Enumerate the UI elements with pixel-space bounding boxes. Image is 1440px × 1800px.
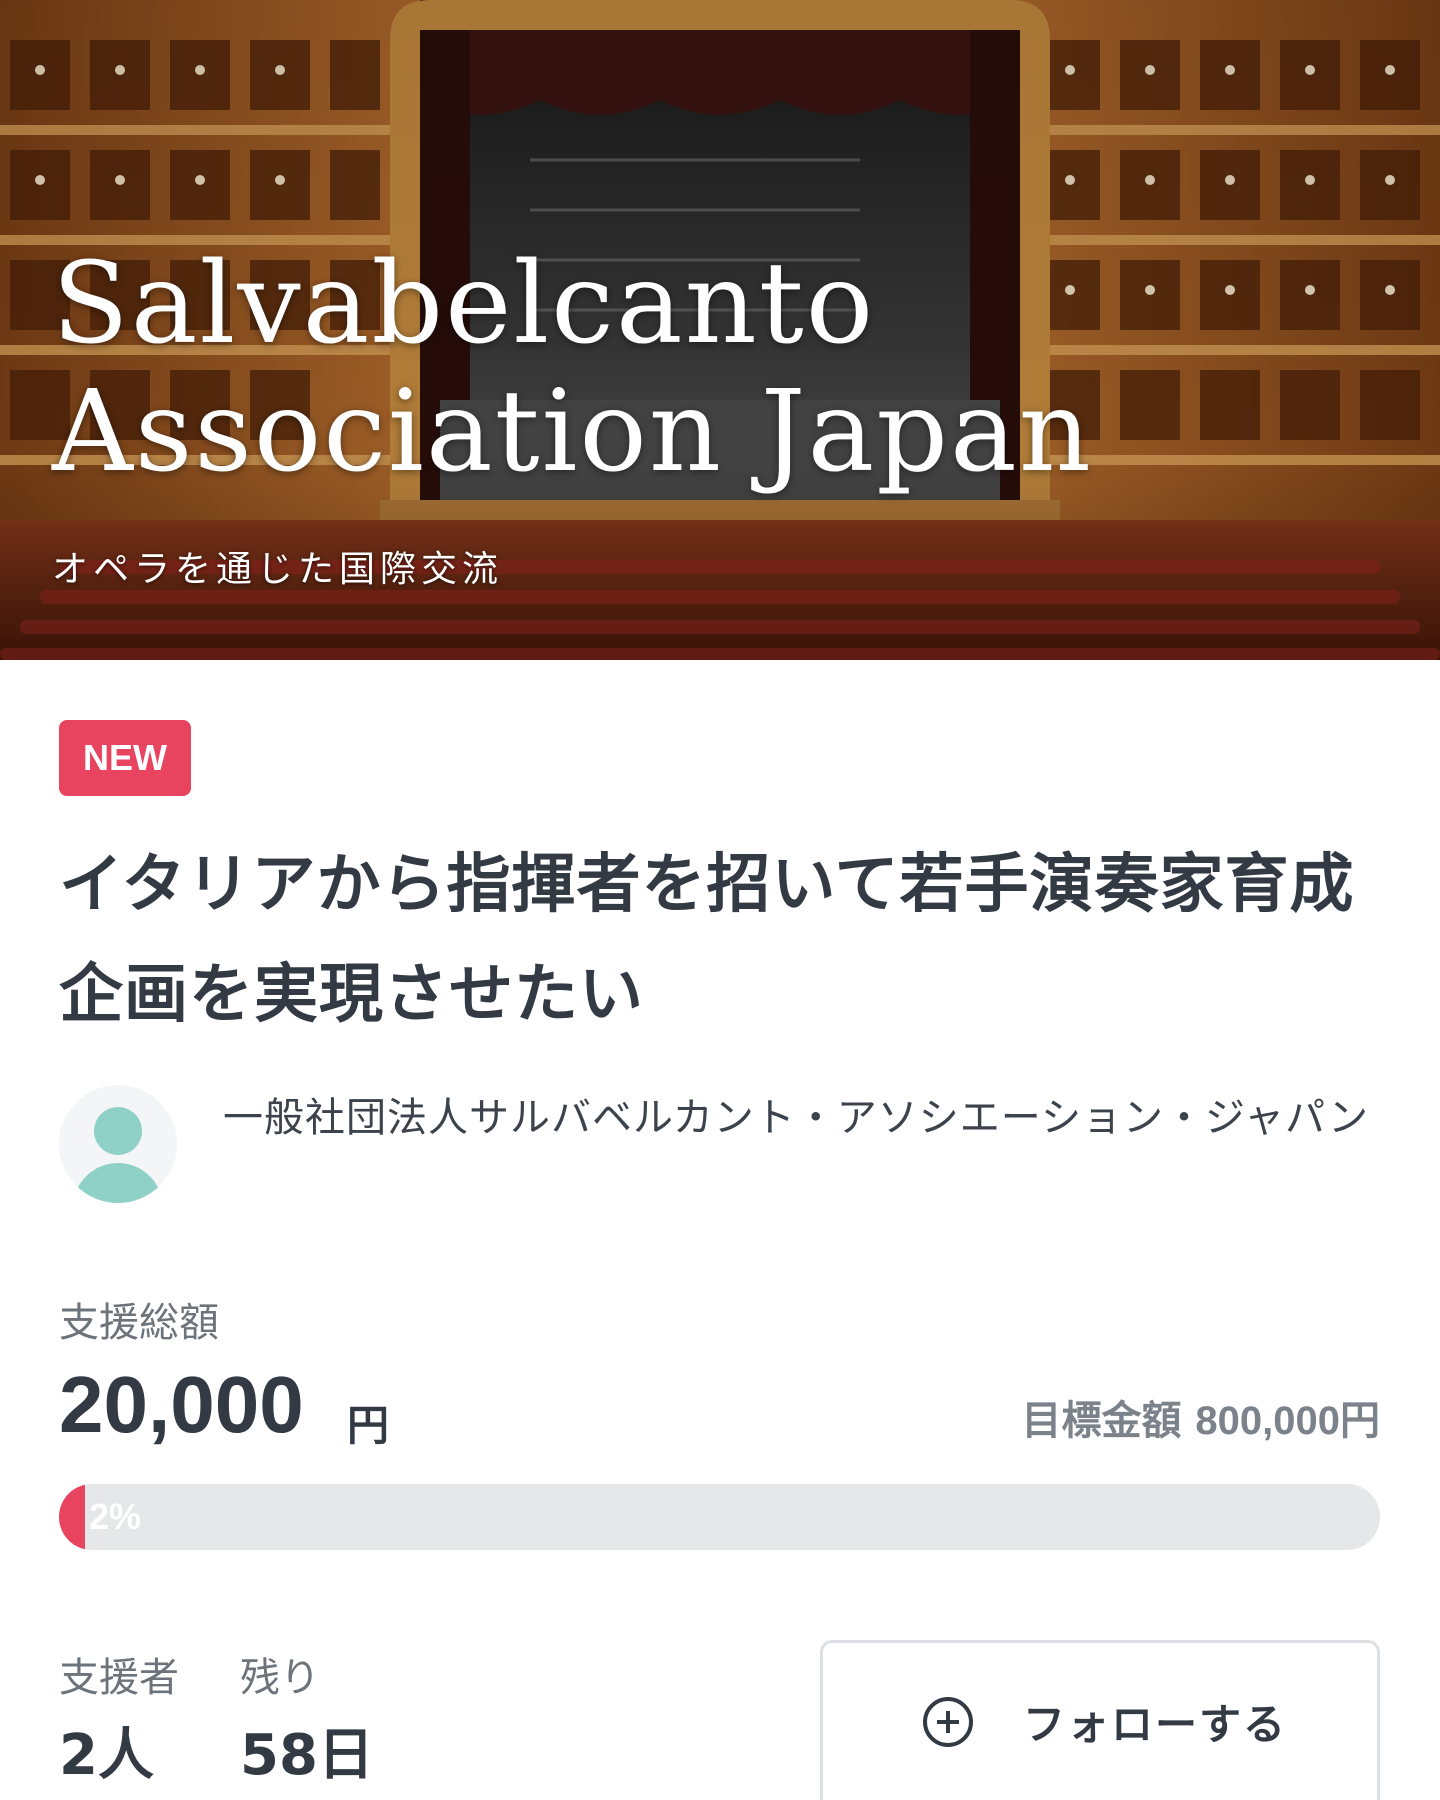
goal-label: 目標金額 xyxy=(1021,1398,1182,1444)
hero-title: Salvabelcanto Association Japan xyxy=(52,240,1093,496)
total-label: 支援総額 xyxy=(59,1300,219,1346)
hero-subtitle: オペラを通じた国際交流 xyxy=(52,549,504,590)
follow-label: フォローする xyxy=(1023,1701,1288,1748)
hero-banner: Salvabelcanto Association Japan オペラを通じた国… xyxy=(0,0,1440,660)
avatar-body-shape xyxy=(73,1163,163,1203)
progress-bar: 2% xyxy=(59,1484,1380,1550)
progress-fill xyxy=(59,1484,86,1550)
avatar[interactable] xyxy=(59,1085,177,1203)
project-owner[interactable]: 一般社団法人サルバベルカント・アソシエーション・ジャパン xyxy=(59,1085,1389,1215)
goal-amount: 目標金額 800,000円 xyxy=(1021,1388,1380,1446)
project-title[interactable]: イタリアから指揮者を招いて若手演奏家育成企画を実現させたい xyxy=(59,830,1389,1050)
total-amount: 20,000 xyxy=(59,1360,304,1449)
supporters-value: 2人 xyxy=(59,1723,154,1788)
remaining-label: 残り xyxy=(240,1655,320,1701)
total-unit: 円 xyxy=(347,1401,390,1450)
plus-circle-icon xyxy=(923,1697,973,1747)
new-badge: NEW xyxy=(59,720,191,796)
progress-text: 2% xyxy=(89,1496,142,1537)
remaining-value: 58日 xyxy=(240,1723,374,1788)
supporters-label: 支援者 xyxy=(59,1655,179,1701)
owner-name[interactable]: 一般社団法人サルバベルカント・アソシエーション・ジャパン xyxy=(223,1085,1440,1151)
hero-title-line2: Association Japan xyxy=(52,367,1093,497)
hero-title-line1: Salvabelcanto xyxy=(52,239,876,369)
follow-button[interactable]: フォローする xyxy=(820,1640,1380,1800)
goal-value: 800,000円 xyxy=(1195,1399,1380,1443)
avatar-head-shape xyxy=(94,1107,142,1155)
